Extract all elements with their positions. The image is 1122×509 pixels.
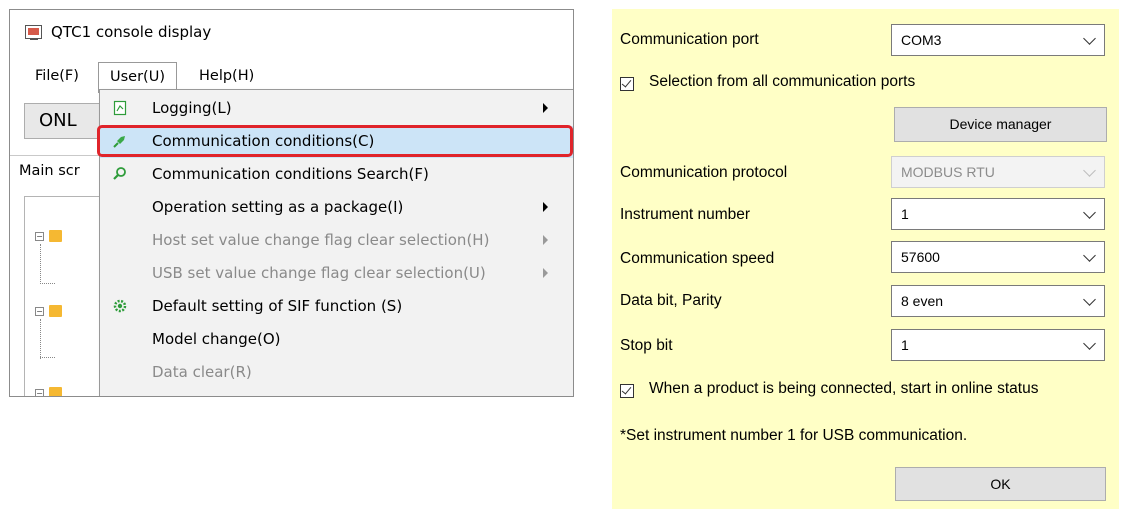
tree-node[interactable]: −	[35, 305, 65, 319]
menu-help[interactable]: Help(H)	[188, 62, 265, 92]
menu-item-label: Operation setting as a package(I)	[152, 198, 404, 216]
menu-item-label: Data clear(R)	[152, 363, 252, 381]
port-label: Communication port	[620, 31, 759, 48]
port-select[interactable]: COM3	[891, 24, 1105, 56]
all-ports-label: Selection from all communication ports	[649, 73, 916, 90]
search-icon	[113, 167, 126, 180]
tree-line	[40, 319, 42, 359]
protocol-label: Communication protocol	[620, 164, 788, 181]
menu-item-communication-conditions[interactable]: Communication conditions(C)	[97, 125, 573, 158]
menu-item-data-clear: Data clear(R)	[100, 357, 573, 389]
collapse-icon[interactable]: −	[35, 232, 44, 241]
tree-line	[40, 244, 42, 284]
title-bar: QTC1 console display	[10, 10, 573, 56]
menu-item-usb-flag-clear: USB set value change flag clear selectio…	[100, 258, 573, 290]
folder-icon	[49, 230, 62, 242]
databit-label: Data bit, Parity	[620, 292, 722, 309]
chevron-down-icon	[1083, 337, 1096, 350]
menu-item-communication-search[interactable]: Communication conditions Search(F)	[100, 159, 573, 191]
log-icon	[113, 100, 127, 116]
instrument-label: Instrument number	[620, 206, 751, 223]
menu-item-label: Logging(L)	[152, 99, 232, 117]
tree-node[interactable]: −	[35, 230, 65, 244]
usb-note: *Set instrument number 1 for USB communi…	[620, 427, 968, 444]
app-window: QTC1 console display File(F) User(U) Hel…	[9, 9, 574, 397]
speed-select[interactable]: 57600	[891, 241, 1105, 273]
device-manager-button[interactable]: Device manager	[894, 107, 1107, 142]
menu-item-label: Default setting of SIF function (S)	[152, 297, 403, 315]
menu-item-label: USB set value change flag clear selectio…	[152, 264, 486, 282]
databit-select[interactable]: 8 even	[891, 285, 1105, 317]
speed-value: 57600	[901, 249, 940, 265]
folder-icon	[49, 387, 62, 396]
chevron-down-icon	[1083, 164, 1096, 177]
menu-item-operation-package[interactable]: Operation setting as a package(I)	[100, 192, 573, 224]
user-menu-dropdown: Logging(L) Communication conditions(C) C…	[97, 89, 573, 396]
menu-item-label: Model change(O)	[152, 330, 281, 348]
instrument-select[interactable]: 1	[891, 198, 1105, 230]
submenu-arrow-icon	[543, 202, 548, 212]
tree-line	[40, 357, 55, 359]
ok-button[interactable]: OK	[895, 467, 1106, 501]
all-ports-checkbox[interactable]	[620, 77, 634, 91]
folder-icon	[49, 305, 62, 317]
online-status-label: When a product is being connected, start…	[649, 380, 1039, 397]
speed-label: Communication speed	[620, 250, 775, 267]
menu-item-model-change[interactable]: Model change(O)	[100, 324, 573, 356]
stopbit-label: Stop bit	[620, 337, 673, 354]
submenu-arrow-icon	[543, 235, 548, 245]
window-title: QTC1 console display	[51, 23, 212, 41]
red-highlight-box	[97, 125, 573, 157]
chevron-down-icon	[1083, 206, 1096, 219]
communication-conditions-dialog: Communication port COM3 Selection from a…	[612, 9, 1119, 509]
collapse-icon[interactable]: −	[35, 307, 44, 316]
menu-item-label: Host set value change flag clear selecti…	[152, 231, 490, 249]
chevron-down-icon	[1083, 249, 1096, 262]
port-value: COM3	[901, 32, 942, 48]
collapse-icon[interactable]: −	[35, 389, 44, 396]
tree-line	[40, 283, 55, 285]
menu-item-host-flag-clear: Host set value change flag clear selecti…	[100, 225, 573, 257]
protocol-select: MODBUS RTU	[891, 156, 1105, 188]
online-status-checkbox[interactable]	[620, 384, 634, 398]
databit-value: 8 even	[901, 293, 944, 309]
menu-item-label: Communication conditions Search(F)	[152, 165, 429, 183]
stopbit-value: 1	[901, 337, 909, 353]
menu-file[interactable]: File(F)	[24, 62, 90, 92]
submenu-arrow-icon	[543, 268, 548, 278]
tab-main-screen[interactable]: Main scr	[10, 156, 106, 186]
tree-node[interactable]: −	[35, 387, 65, 396]
instrument-value: 1	[901, 206, 909, 222]
chevron-down-icon	[1083, 32, 1096, 45]
chevron-down-icon	[1083, 293, 1096, 306]
menu-item-sif-default[interactable]: Default setting of SIF function (S)	[100, 291, 573, 323]
stopbit-select[interactable]: 1	[891, 329, 1105, 361]
menu-item-logging[interactable]: Logging(L)	[100, 93, 573, 125]
menu-bar: File(F) User(U) Help(H)	[10, 62, 573, 93]
protocol-value: MODBUS RTU	[901, 164, 995, 180]
submenu-arrow-icon	[543, 103, 548, 113]
app-icon	[25, 25, 42, 40]
gear-icon	[113, 299, 127, 313]
